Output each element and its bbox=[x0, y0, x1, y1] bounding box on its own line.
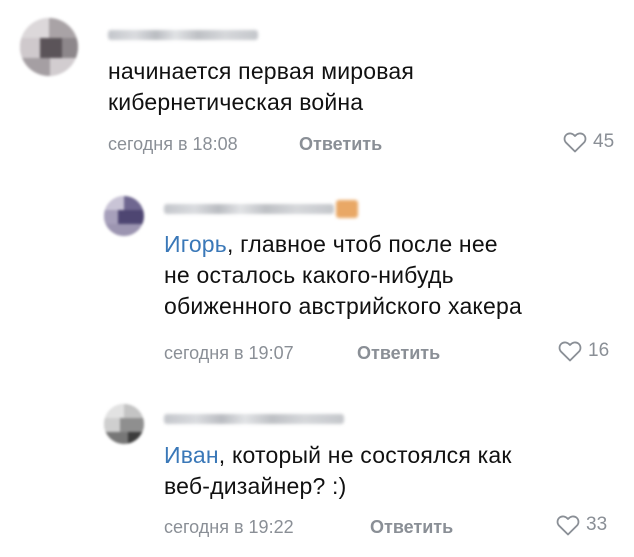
reply-button[interactable]: Ответить bbox=[299, 133, 382, 155]
comment-text-line: Игорь, главное чтоб после нее bbox=[164, 229, 522, 260]
author-name-redacted[interactable] bbox=[108, 30, 258, 40]
like-count: 16 bbox=[588, 340, 610, 361]
heart-outline-icon bbox=[558, 340, 582, 362]
comment-reply: Иван, который не состоялся как веб-дизай… bbox=[0, 390, 634, 557]
avatar[interactable] bbox=[20, 18, 78, 76]
comment-text-line: Иван, который не состоялся как bbox=[164, 440, 512, 471]
heart-outline-icon bbox=[563, 131, 587, 153]
comment-reply: Игорь, главное чтоб после нее не осталос… bbox=[0, 180, 634, 380]
comment-timestamp: сегодня в 19:07 bbox=[164, 343, 294, 363]
comment-timestamp: сегодня в 19:22 bbox=[164, 517, 294, 537]
comment-text: начинается первая мировая кибернетическа… bbox=[108, 56, 414, 118]
comment-text-fragment: , главное чтоб после нее bbox=[226, 231, 498, 257]
comment-timestamp: сегодня в 18:08 bbox=[108, 134, 238, 154]
like-button[interactable]: 16 bbox=[558, 340, 609, 362]
author-name-redacted[interactable] bbox=[164, 204, 334, 214]
author-name-redacted[interactable] bbox=[164, 414, 344, 424]
comment-text: Иван, который не состоялся как веб-дизай… bbox=[164, 440, 512, 502]
reply-button[interactable]: Ответить bbox=[357, 342, 440, 364]
like-count: 33 bbox=[586, 514, 608, 535]
comment-text-line: обиженного австрийского хакера bbox=[164, 293, 522, 319]
comment-text-line: кибернетическая война bbox=[108, 89, 364, 115]
author-badge-redacted bbox=[336, 200, 358, 218]
comment-text-line: не осталось какого-нибудь bbox=[164, 262, 454, 288]
mention-link[interactable]: Иван bbox=[164, 442, 219, 468]
comment: начинается первая мировая кибернетическа… bbox=[0, 0, 634, 170]
heart-outline-icon bbox=[556, 514, 580, 536]
like-count: 45 bbox=[593, 131, 615, 152]
like-button[interactable]: 33 bbox=[556, 514, 607, 536]
avatar[interactable] bbox=[104, 196, 144, 236]
mention-link[interactable]: Игорь bbox=[164, 231, 227, 257]
comment-text-line: веб-дизайнер? :) bbox=[164, 473, 347, 499]
reply-button[interactable]: Ответить bbox=[370, 516, 453, 538]
comment-text-fragment: , который не состоялся как bbox=[218, 442, 512, 468]
like-button[interactable]: 45 bbox=[563, 131, 614, 153]
avatar[interactable] bbox=[104, 404, 144, 444]
comment-text: Игорь, главное чтоб после нее не осталос… bbox=[164, 229, 522, 322]
comment-text-line: начинается первая мировая bbox=[108, 58, 415, 84]
